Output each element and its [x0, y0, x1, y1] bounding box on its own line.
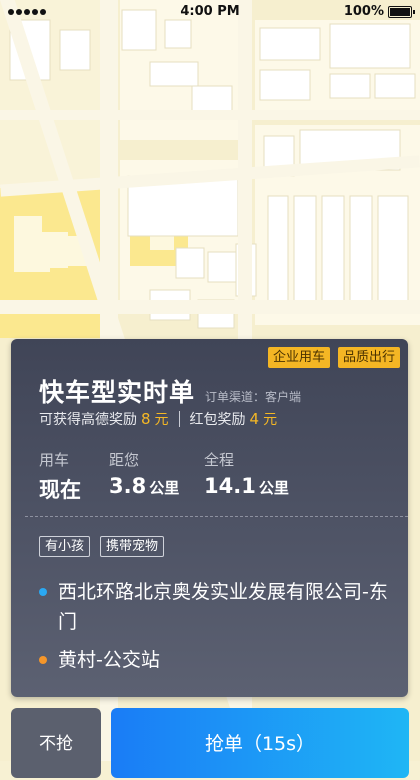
distance-unit: 公里: [149, 479, 180, 497]
tag-enterprise: 企业用车: [267, 347, 330, 368]
info-total: 全程 14.1 公里: [204, 449, 289, 498]
tag-pet: 携带宠物: [100, 536, 165, 557]
usecar-value: 现在: [39, 478, 81, 502]
dashed-divider: [25, 516, 408, 517]
start-point-icon: [39, 588, 47, 596]
gaode-reward-value: 8: [141, 410, 151, 428]
battery-icon: [388, 6, 415, 18]
reward-divider: [178, 411, 180, 427]
redpacket-reward-value: 4: [249, 410, 260, 428]
redpacket-reward-label: 红包奖励: [189, 412, 246, 428]
distance-label: 距您: [109, 451, 140, 469]
tag-child: 有小孩: [39, 536, 91, 557]
skip-button[interactable]: 不抢: [11, 708, 101, 778]
info-distance: 距您 3.8 公里: [109, 449, 179, 498]
redpacket-reward-unit: 元: [263, 412, 278, 428]
reward-row: 可获得高德奖励 8 元 红包奖励 4 元: [39, 409, 277, 429]
total-unit: 公里: [258, 479, 289, 497]
gaode-reward-unit: 元: [154, 412, 169, 428]
gaode-reward-label: 可获得高德奖励: [39, 412, 137, 428]
from-address-text: 西北环路北京奥发实业发展有限公司-东门: [58, 581, 388, 633]
to-address-text: 黄村-公交站: [58, 649, 160, 671]
order-tags: 企业用车 品质出行: [267, 347, 400, 368]
end-point-icon: [39, 656, 47, 664]
battery-percent: 100%: [343, 4, 384, 19]
order-card: 企业用车 品质出行 快车型实时单 订单渠道：客户端 可获得高德奖励 8 元 红包…: [11, 339, 408, 697]
order-title-row: 快车型实时单 订单渠道：客户端: [39, 373, 301, 409]
status-bar: 4:00 PM 100%: [0, 0, 420, 24]
order-channel: 订单渠道：客户端: [205, 390, 302, 404]
distance-value-row: 3.8 公里: [109, 474, 179, 498]
grab-order-button[interactable]: 抢单（15s）: [111, 708, 409, 778]
usecar-label: 用车: [39, 451, 70, 469]
total-value-row: 14.1 公里: [204, 474, 289, 498]
to-address: 黄村-公交站: [39, 645, 389, 675]
from-address: 西北环路北京奥发实业发展有限公司-东门: [39, 577, 389, 637]
tag-quality: 品质出行: [337, 347, 400, 368]
order-type-title: 快车型实时单: [39, 378, 196, 407]
passenger-tags: 有小孩 携带宠物: [39, 536, 165, 557]
total-label: 全程: [204, 451, 235, 469]
info-usecar: 用车 现在: [39, 449, 81, 504]
distance-value: 3.8: [109, 474, 147, 498]
total-value: 14.1: [204, 474, 256, 498]
